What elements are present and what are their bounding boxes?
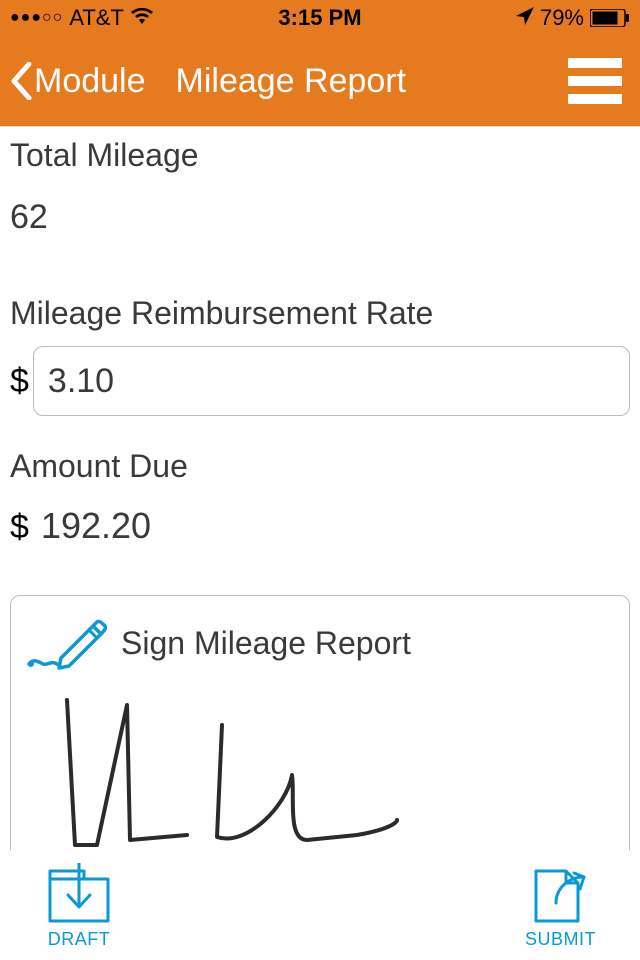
submit-icon [528,863,592,925]
status-right: 79% [516,5,630,31]
back-button[interactable]: Module [10,62,146,101]
submit-label: SUBMIT [525,929,596,950]
currency-symbol: $ [10,508,29,547]
bottom-bar: DRAFT SUBMIT [0,850,640,960]
nav-bar: Module Mileage Report [0,36,640,126]
chevron-left-icon [10,62,32,100]
status-left: ●●●○○ AT&T [10,5,154,31]
draft-label: DRAFT [48,929,111,950]
page-title: Mileage Report [176,62,407,101]
battery-icon [590,9,630,27]
submit-button[interactable]: SUBMIT [525,863,596,950]
divider [0,126,640,127]
signature-drawing [27,675,587,875]
battery-percent: 79% [540,5,584,31]
draft-button[interactable]: DRAFT [44,863,114,950]
total-mileage-value: 62 [10,198,630,237]
signal-dots-icon: ●●●○○ [10,9,63,27]
signature-box[interactable]: Sign Mileage Report [10,595,630,885]
menu-button[interactable] [568,58,622,104]
back-label: Module [34,62,146,101]
location-icon [516,5,534,31]
rate-label: Mileage Reimbursement Rate [10,295,630,332]
status-time: 3:15 PM [278,5,361,31]
amount-due-label: Amount Due [10,448,630,485]
rate-input[interactable] [33,346,630,416]
signature-pencil-icon [27,612,107,675]
amount-due-value: 192.20 [41,505,151,547]
content: Total Mileage 62 Mileage Reimbursement R… [0,127,640,547]
carrier-label: AT&T [69,5,124,31]
signature-title: Sign Mileage Report [121,625,411,662]
total-mileage-label: Total Mileage [10,137,630,174]
draft-icon [44,863,114,925]
wifi-icon [130,5,154,31]
currency-symbol: $ [10,362,29,401]
status-bar: ●●●○○ AT&T 3:15 PM 79% [0,0,640,36]
hamburger-icon [568,58,622,68]
